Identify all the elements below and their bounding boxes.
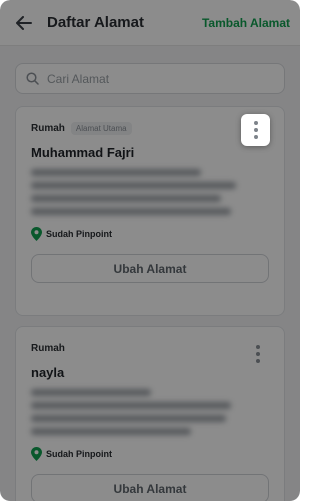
address-details-redacted bbox=[31, 169, 269, 215]
address-label: Rumah bbox=[31, 122, 65, 134]
recipient-name: nayla bbox=[31, 365, 65, 380]
location-pin-icon bbox=[31, 447, 42, 461]
dot bbox=[256, 352, 260, 356]
dot bbox=[256, 345, 260, 349]
add-address-link[interactable]: Tambah Alamat bbox=[202, 16, 290, 30]
address-label-row: Rumah Alamat Utama bbox=[31, 120, 269, 136]
pinpoint-label: Sudah Pinpoint bbox=[46, 229, 112, 239]
search-input[interactable] bbox=[47, 71, 274, 86]
back-button[interactable] bbox=[14, 13, 34, 33]
primary-address-badge: Alamat Utama bbox=[70, 121, 132, 135]
dot bbox=[253, 128, 258, 132]
address-label: Rumah bbox=[31, 342, 65, 354]
pinpoint-status: Sudah Pinpoint bbox=[31, 447, 269, 461]
top-bar: Daftar Alamat Tambah Alamat bbox=[0, 0, 300, 46]
dot bbox=[256, 359, 260, 363]
dot bbox=[253, 135, 258, 139]
address-details-redacted bbox=[31, 389, 269, 435]
app-frame: Daftar Alamat Tambah Alamat Rumah Alamat… bbox=[0, 0, 300, 501]
dot bbox=[253, 121, 258, 125]
search-icon bbox=[26, 72, 39, 85]
search-bar[interactable] bbox=[15, 63, 285, 94]
pinpoint-status: Sudah Pinpoint bbox=[31, 227, 269, 241]
more-options-button-highlighted[interactable] bbox=[241, 114, 270, 146]
recipient-name: Muhammad Fajri bbox=[31, 145, 135, 160]
page-title: Daftar Alamat bbox=[47, 14, 144, 31]
address-card: Rumah nayla Sudah Pinpoint Ubah Alamat bbox=[15, 326, 285, 501]
pinpoint-label: Sudah Pinpoint bbox=[46, 449, 112, 459]
address-label-row: Rumah bbox=[31, 340, 269, 356]
more-options-button[interactable] bbox=[244, 340, 272, 368]
edit-address-button[interactable]: Ubah Alamat bbox=[31, 254, 269, 283]
edit-address-button[interactable]: Ubah Alamat bbox=[31, 474, 269, 501]
location-pin-icon bbox=[31, 227, 42, 241]
arrow-left-icon bbox=[16, 15, 32, 30]
